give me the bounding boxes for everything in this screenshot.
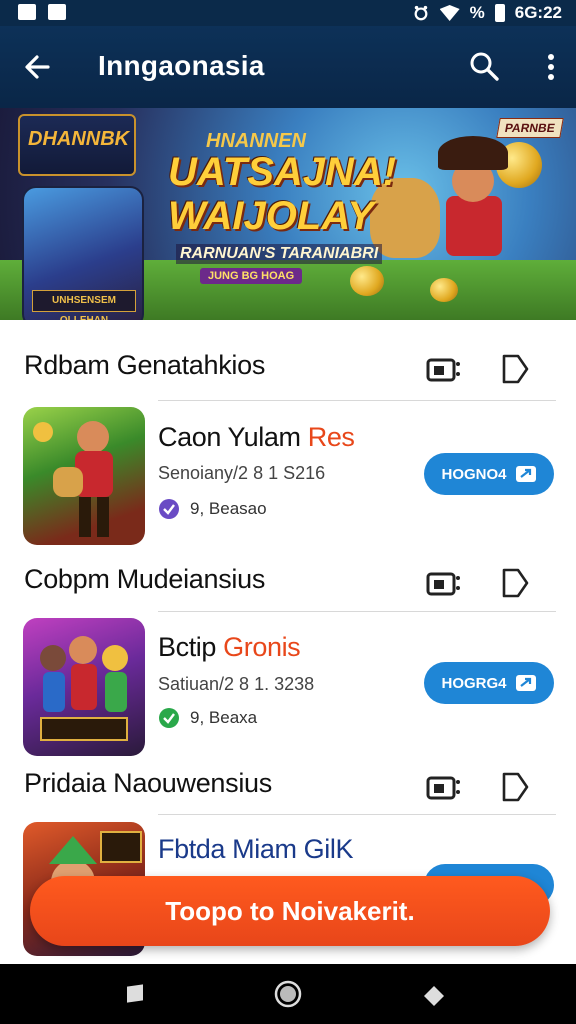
app-rating: 9, Beasao xyxy=(158,498,267,520)
verified-icon xyxy=(159,708,179,728)
banner-thumbnail-title: UNHSENSEM OLLEHAN xyxy=(32,290,136,320)
install-button[interactable]: HOGNO4 xyxy=(424,453,554,495)
section-title: Pridaia Naouwensius xyxy=(24,768,272,798)
app-name[interactable]: Bctip Gronis xyxy=(158,632,301,663)
search-icon[interactable] xyxy=(468,50,500,82)
game-logo-text: DHANNBK xyxy=(28,128,130,150)
camera-icon[interactable] xyxy=(426,568,462,598)
recents-nav-icon[interactable] xyxy=(422,984,446,1008)
install-label: HOGRG4 xyxy=(441,674,507,692)
app-icon[interactable] xyxy=(23,407,145,545)
app-name-accent: Res xyxy=(307,422,355,452)
more-options-icon[interactable] xyxy=(546,52,556,82)
system-nav-bar xyxy=(0,964,576,1024)
open-icon xyxy=(515,466,536,482)
bookmark-icon[interactable] xyxy=(500,352,530,386)
coin-decoration xyxy=(430,278,458,302)
banner-thumbnail[interactable]: UNHSENSEM OLLEHAN xyxy=(22,186,144,320)
status-bar: % 6G:22 xyxy=(0,0,576,26)
app-name[interactable]: Caon Yulam Res xyxy=(158,422,355,453)
hero-body xyxy=(446,196,502,256)
notification-icons xyxy=(18,4,66,20)
alarm-icon xyxy=(414,5,428,21)
home-nav-icon[interactable] xyxy=(274,980,302,1008)
game-logo: DHANNBK xyxy=(18,114,136,176)
rating-text: 9, Beasao xyxy=(190,499,267,518)
app-name[interactable]: Fbtda Miam GilK xyxy=(158,834,353,865)
featured-banner[interactable]: PARNBE DHANNBK UNHSENSEM OLLEHAN HNANNEN… xyxy=(0,108,576,320)
bookmark-icon[interactable] xyxy=(500,770,530,804)
open-icon xyxy=(515,675,536,691)
toast-message[interactable]: Toopo to Noivakerit. xyxy=(30,876,550,946)
bookmark-icon[interactable] xyxy=(500,566,530,600)
banner-badge: PARNBE xyxy=(496,118,564,138)
app-name-main: Fbtda Miam GilK xyxy=(158,834,354,864)
app-meta: Satiuan/2 8 1. 3238 xyxy=(158,674,315,694)
divider xyxy=(158,400,556,401)
app-name-main: Caon Yulam xyxy=(158,422,301,452)
back-nav-icon[interactable] xyxy=(124,984,146,1006)
camera-icon[interactable] xyxy=(426,772,462,802)
banner-tagline: RARNUAN'S TARANIABRI xyxy=(176,244,383,264)
section-actions xyxy=(426,770,530,804)
status-right: % 6G:22 xyxy=(412,3,562,23)
clock: 6G:22 xyxy=(514,3,562,22)
app-rating: 9, Beaxa xyxy=(158,707,257,729)
notification-icon xyxy=(18,4,36,20)
banner-headline: UATSAJNA! WAIJOLAY xyxy=(168,150,396,238)
section-title: Rdbam Genatahkios xyxy=(24,350,266,380)
banner-headline-line1: UATSAJNA! xyxy=(168,150,397,194)
section-actions xyxy=(426,566,530,600)
divider xyxy=(158,611,556,612)
hero-hat xyxy=(438,136,508,170)
section-title: Cobpm Mudeiansius xyxy=(24,564,266,594)
app-icon[interactable] xyxy=(23,618,145,756)
wifi-icon xyxy=(439,5,460,21)
app-meta: Senoiany/2 8 1 S216 xyxy=(158,463,326,483)
battery-icon xyxy=(494,4,505,22)
divider xyxy=(158,814,556,815)
install-label: HOGNO4 xyxy=(441,465,507,483)
app-name-main: Bctip xyxy=(158,632,217,662)
battery-percent: % xyxy=(469,3,485,22)
coin-decoration xyxy=(350,266,384,296)
banner-headline-line2: WAIJOLAY xyxy=(168,194,374,238)
notification-icon xyxy=(48,4,66,20)
banner-pill: JUNG BG HOAG xyxy=(200,268,303,284)
install-button[interactable]: HOGRG4 xyxy=(424,662,554,704)
warrior-art-icon xyxy=(33,421,113,537)
heroes-art-icon xyxy=(40,636,128,741)
section-actions xyxy=(426,352,530,386)
app-name-accent: Gronis xyxy=(223,632,301,662)
app-bar: Inngaonasia xyxy=(0,26,576,108)
back-arrow-icon[interactable] xyxy=(22,52,52,82)
rating-text: 9, Beaxa xyxy=(190,708,258,727)
page-title: Inngaonasia xyxy=(98,50,265,81)
camera-icon[interactable] xyxy=(426,354,462,384)
toast-text: Toopo to Noivakerit. xyxy=(165,895,415,926)
verified-icon xyxy=(159,499,179,519)
